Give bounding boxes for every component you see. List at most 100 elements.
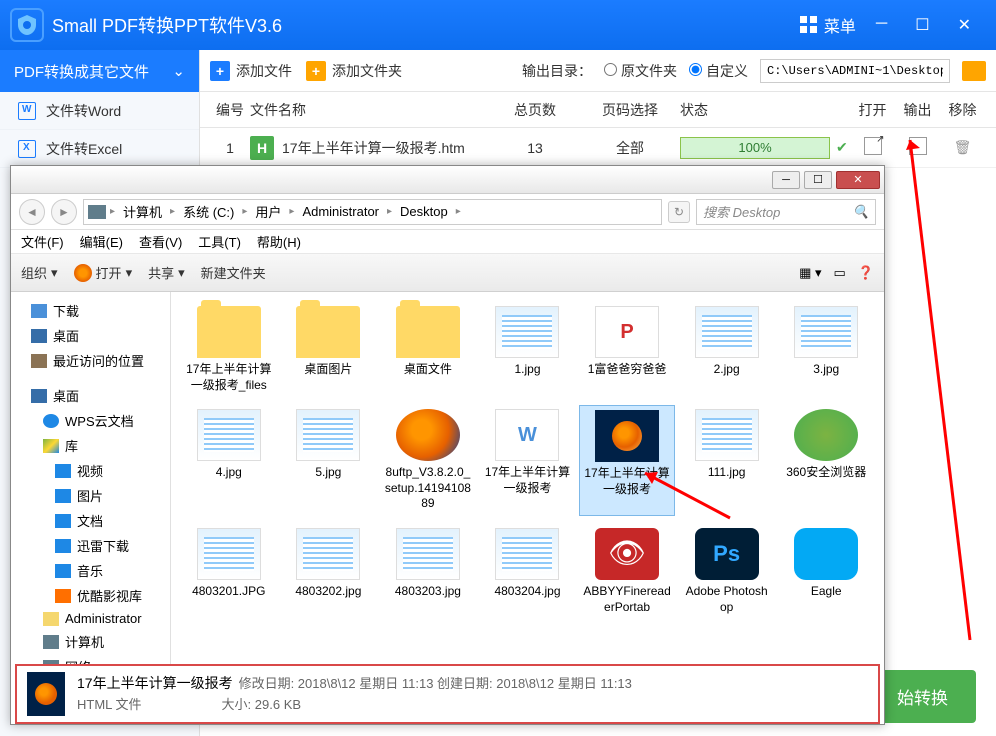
table-row[interactable]: 1 H 17年上半年计算一级报考.htm 13 全部 100% ✔ ↗ 🗑 xyxy=(200,128,996,168)
file-item[interactable]: 桌面文件 xyxy=(380,302,476,397)
add-folder-button[interactable]: + 添加文件夹 xyxy=(306,61,402,81)
tree-item[interactable]: WPS云文档 xyxy=(15,408,166,433)
breadcrumb-segment[interactable]: Desktop xyxy=(396,204,452,219)
open-button[interactable]: ↗ xyxy=(864,137,882,155)
file-thumb-icon xyxy=(396,306,460,358)
output-path-input[interactable] xyxy=(760,59,950,83)
tree-item[interactable]: 网络 xyxy=(15,654,166,664)
tree-item[interactable]: 库 xyxy=(15,433,166,458)
nav-back-button[interactable]: ◄ xyxy=(19,199,45,225)
organize-menu[interactable]: 组织 ▾ xyxy=(21,263,58,282)
menu-item[interactable]: 查看(V) xyxy=(139,232,182,251)
radio-custom[interactable]: 自定义 xyxy=(689,61,748,81)
tree-icon xyxy=(31,329,47,343)
file-item[interactable]: 4803204.jpg xyxy=(480,524,576,619)
file-item[interactable]: 4803201.JPG xyxy=(181,524,277,619)
file-details-icon xyxy=(27,672,65,716)
file-item[interactable]: 8uftp_V3.8.2.0_setup.1419410889 xyxy=(380,405,476,516)
tree-item[interactable]: 桌面 xyxy=(15,323,166,348)
close-button[interactable]: ✕ xyxy=(958,15,971,35)
menu-item[interactable]: 工具(T) xyxy=(198,232,241,251)
file-item[interactable]: 4803203.jpg xyxy=(380,524,476,619)
explorer-navbar: ◄ ► ▸计算机▸系统 (C:)▸用户▸Administrator▸Deskto… xyxy=(11,194,884,230)
sidebar-item-excel[interactable]: 文件转Excel xyxy=(0,130,199,168)
output-button[interactable] xyxy=(909,137,927,155)
explorer-toolbar: 组织 ▾ 打开 ▾ 共享 ▾ 新建文件夹 ▦ ▾ ▭ ❓ xyxy=(11,254,884,292)
explorer-maximize[interactable]: ☐ xyxy=(804,171,832,189)
view-options-button[interactable]: ▦ ▾ xyxy=(799,265,821,281)
file-item[interactable]: P1富爸爸穷爸爸 xyxy=(579,302,675,397)
tree-item[interactable]: 计算机 xyxy=(15,629,166,654)
breadcrumb-segment[interactable]: Administrator xyxy=(298,204,383,219)
maximize-button[interactable]: ☐ xyxy=(915,15,929,35)
sidebar-header[interactable]: PDF转换成其它文件 ⌄ xyxy=(0,50,199,92)
tree-icon xyxy=(55,464,71,478)
tree-item[interactable]: Administrator xyxy=(15,608,166,629)
plus-icon: + xyxy=(210,61,230,81)
sidebar-item-word[interactable]: 文件转Word xyxy=(0,92,199,130)
file-item[interactable]: Eagle xyxy=(778,524,874,619)
tree-item[interactable]: 迅雷下载 xyxy=(15,533,166,558)
file-item[interactable]: 4803202.jpg xyxy=(281,524,377,619)
app-title: Small PDF转换PPT软件V3.6 xyxy=(52,12,780,38)
tree-icon xyxy=(31,304,47,318)
help-button[interactable]: ❓ xyxy=(858,265,874,281)
menu-item[interactable]: 帮助(H) xyxy=(257,232,301,251)
search-input[interactable]: 搜索 Desktop 🔍 xyxy=(696,199,876,225)
file-item[interactable]: 360安全浏览器 xyxy=(778,405,874,516)
file-item[interactable]: 3.jpg xyxy=(778,302,874,397)
tree-item[interactable]: 视频 xyxy=(15,458,166,483)
file-item[interactable]: 4.jpg xyxy=(181,405,277,516)
breadcrumb-segment[interactable]: 系统 (C:) xyxy=(179,202,238,221)
refresh-button[interactable]: ↻ xyxy=(668,201,690,223)
file-item[interactable]: 17年上半年计算一级报考 xyxy=(579,405,675,516)
tree-item[interactable]: 图片 xyxy=(15,483,166,508)
file-item[interactable]: 👁ABBYYFinereaderPortab xyxy=(579,524,675,619)
delete-button[interactable]: 🗑 xyxy=(954,139,972,155)
file-explorer-dialog: ─ ☐ ✕ ◄ ► ▸计算机▸系统 (C:)▸用户▸Administrator▸… xyxy=(10,165,885,725)
tree-item[interactable]: 下载 xyxy=(15,298,166,323)
new-folder-button[interactable]: 新建文件夹 xyxy=(201,263,266,282)
file-thumb-icon xyxy=(197,306,261,358)
tree-icon xyxy=(43,635,59,649)
file-thumb-icon xyxy=(197,528,261,580)
titlebar[interactable]: Small PDF转换PPT软件V3.6 菜单 ─ ☐ ✕ xyxy=(0,0,996,50)
file-item[interactable]: W17年上半年计算一级报考 xyxy=(480,405,576,516)
tree-icon xyxy=(31,389,47,403)
minimize-button[interactable]: ─ xyxy=(876,15,887,35)
file-item[interactable]: PsAdobe Photoshop xyxy=(679,524,775,619)
file-item[interactable]: 17年上半年计算一级报考_files xyxy=(181,302,277,397)
tree-item[interactable]: 文档 xyxy=(15,508,166,533)
tree-item[interactable]: 最近访问的位置 xyxy=(15,348,166,373)
check-icon: ✔ xyxy=(836,139,848,156)
tree-icon xyxy=(43,439,59,453)
nav-forward-button[interactable]: ► xyxy=(51,199,77,225)
explorer-close[interactable]: ✕ xyxy=(836,171,880,189)
explorer-minimize[interactable]: ─ xyxy=(772,171,800,189)
tree-item[interactable]: 桌面 xyxy=(15,383,166,408)
file-thumb-icon xyxy=(197,409,261,461)
file-item[interactable]: 2.jpg xyxy=(679,302,775,397)
add-file-button[interactable]: + 添加文件 xyxy=(210,61,292,81)
file-thumb-icon xyxy=(495,306,559,358)
menu-item[interactable]: 文件(F) xyxy=(21,232,64,251)
convert-button[interactable]: 始转换 xyxy=(869,670,976,723)
menu-item[interactable]: 编辑(E) xyxy=(80,232,123,251)
browse-folder-button[interactable] xyxy=(962,61,986,81)
radio-original[interactable]: 原文件夹 xyxy=(604,61,677,81)
share-menu[interactable]: 共享 ▾ xyxy=(148,263,185,282)
breadcrumb[interactable]: ▸计算机▸系统 (C:)▸用户▸Administrator▸Desktop▸ xyxy=(83,199,662,225)
file-thumb-icon xyxy=(794,306,858,358)
open-menu[interactable]: 打开 ▾ xyxy=(74,263,133,282)
tree-item[interactable]: 音乐 xyxy=(15,558,166,583)
file-item[interactable]: 1.jpg xyxy=(480,302,576,397)
menu-button[interactable]: 菜单 xyxy=(780,13,876,37)
file-item[interactable]: 111.jpg xyxy=(679,405,775,516)
explorer-titlebar[interactable]: ─ ☐ ✕ xyxy=(11,166,884,194)
breadcrumb-segment[interactable]: 用户 xyxy=(251,202,285,221)
breadcrumb-segment[interactable]: 计算机 xyxy=(119,202,166,221)
file-item[interactable]: 5.jpg xyxy=(281,405,377,516)
tree-item[interactable]: 优酷影视库 xyxy=(15,583,166,608)
file-item[interactable]: 桌面图片 xyxy=(281,302,377,397)
preview-pane-button[interactable]: ▭ xyxy=(834,265,846,281)
